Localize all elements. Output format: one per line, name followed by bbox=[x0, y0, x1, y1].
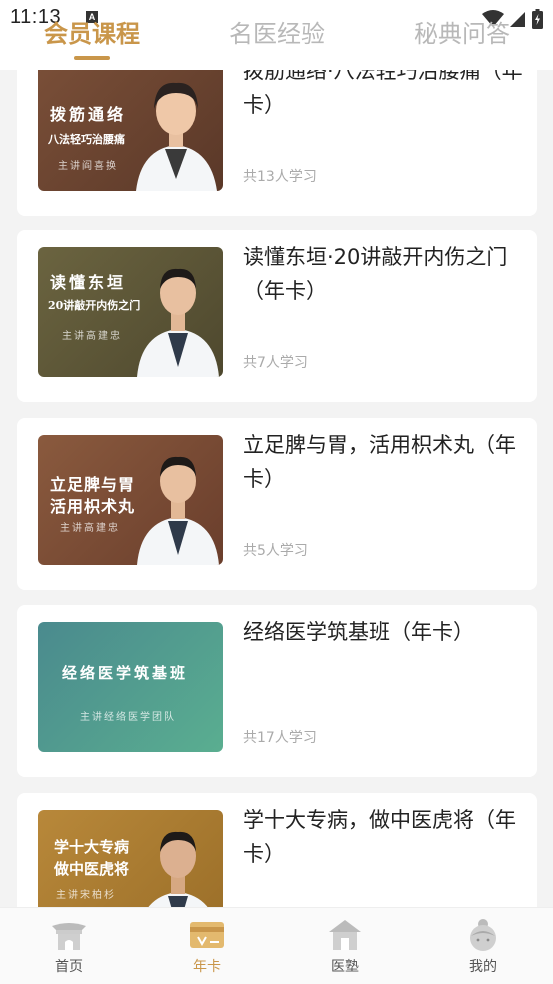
course-card[interactable]: 读懂东垣 20讲敲开内伤之门 主讲高建忠 读懂东垣·20讲敲开内伤之门（年卡） … bbox=[17, 230, 537, 402]
course-thumbnail: 经络医学筑基班 主讲经络医学团队 bbox=[38, 622, 223, 752]
nav-annual-card[interactable]: 年卡 bbox=[167, 918, 247, 976]
tab-active-indicator bbox=[74, 56, 110, 60]
learner-count: 共13人学习 bbox=[243, 169, 317, 185]
card-icon bbox=[190, 922, 224, 948]
thumbnail-title: 立足脾与胃 bbox=[50, 475, 136, 494]
thumbnail-lecturer: 主讲经络医学团队 bbox=[80, 712, 176, 723]
tab-bar: 会员课程 名医经验 秘典问答 bbox=[0, 14, 553, 64]
header: 11:13 A 会员课程 名医经验 秘典问答 bbox=[0, 0, 553, 70]
nav-label: 首页 bbox=[55, 959, 83, 975]
course-card[interactable]: 立足脾与胃 活用枳术丸 主讲高建忠 立足脾与胃，活用枳术丸（年卡） 共5人学习 bbox=[17, 418, 537, 590]
nav-home[interactable]: 首页 bbox=[29, 918, 109, 976]
nav-label: 我的 bbox=[469, 959, 497, 975]
course-thumbnail: 读懂东垣 20讲敲开内伤之门 主讲高建忠 bbox=[38, 247, 223, 377]
nav-school[interactable]: 医塾 bbox=[305, 918, 385, 976]
tab-famous-doctors[interactable]: 名医经验 bbox=[229, 14, 325, 49]
thumbnail-lecturer: 主讲宋柏杉 bbox=[56, 890, 116, 901]
thumbnail-title: 经络医学筑基班 bbox=[62, 664, 189, 682]
male-doctor-icon bbox=[137, 268, 219, 377]
bottom-nav: 首页 年卡 医塾 我的 bbox=[0, 907, 553, 984]
profile-icon bbox=[470, 919, 496, 951]
thumbnail-title: 拨筋通络 bbox=[50, 105, 127, 124]
thumbnail-subtitle: 做中医虎将 bbox=[54, 860, 130, 878]
thumbnail-subtitle: 八法轻巧治腰痛 bbox=[48, 133, 125, 146]
thumbnail-title: 学十大专病 bbox=[54, 838, 130, 856]
thumbnail-lecturer: 主讲阎喜换 bbox=[58, 161, 118, 172]
course-title: 学十大专病，做中医虎将（年卡） bbox=[243, 808, 516, 866]
home-gate-icon bbox=[52, 923, 86, 950]
school-house-icon bbox=[329, 920, 361, 950]
course-title: 读懂东垣·20讲敲开内伤之门（年卡） bbox=[243, 245, 508, 303]
nav-label: 医塾 bbox=[331, 959, 359, 975]
course-title: 立足脾与胃，活用枳术丸（年卡） bbox=[243, 433, 516, 491]
female-doctor-icon bbox=[136, 82, 217, 191]
learner-count: 共17人学习 bbox=[243, 730, 317, 746]
nav-label: 年卡 bbox=[193, 959, 221, 975]
tab-member-courses[interactable]: 会员课程 bbox=[44, 14, 140, 49]
course-title: 经络医学筑基班（年卡） bbox=[243, 620, 474, 644]
thumbnail-title: 读懂东垣 bbox=[50, 273, 127, 292]
learner-count: 共5人学习 bbox=[243, 543, 308, 559]
tab-qa[interactable]: 秘典问答 bbox=[414, 14, 510, 49]
thumbnail-subtitle: 活用枳术丸 bbox=[50, 497, 136, 516]
thumbnail-lecturer: 主讲高建忠 bbox=[60, 523, 120, 534]
thumbnail-subtitle: 20讲敲开内伤之门 bbox=[48, 299, 141, 312]
nav-profile[interactable]: 我的 bbox=[443, 918, 523, 976]
learner-count: 共7人学习 bbox=[243, 355, 308, 371]
course-thumbnail: 拨筋通络 八法轻巧治腰痛 主讲阎喜换 bbox=[38, 61, 223, 191]
course-card[interactable]: 经络医学筑基班 主讲经络医学团队 经络医学筑基班（年卡） 共17人学习 bbox=[17, 605, 537, 777]
course-thumbnail: 立足脾与胃 活用枳术丸 主讲高建忠 bbox=[38, 435, 223, 565]
male-doctor-icon bbox=[137, 456, 219, 565]
thumbnail-lecturer: 主讲高建忠 bbox=[62, 331, 122, 342]
